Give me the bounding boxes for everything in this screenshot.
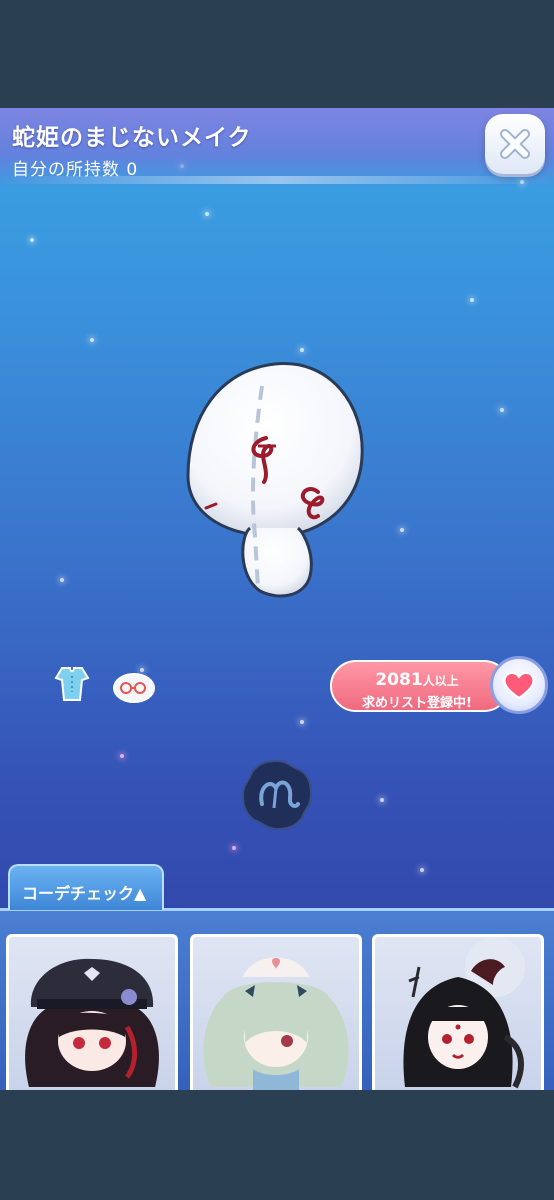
item-title: 蛇姫のまじないメイク [12, 125, 252, 151]
wishlist-heart-button[interactable] [490, 656, 548, 714]
avatar-black-hair-demon-icon [403, 937, 525, 1089]
wishlist-count-unit: 人以上 [422, 674, 459, 688]
wishlist-status: 求めリスト登録中! [362, 696, 472, 711]
heart-icon [503, 672, 535, 700]
avatar-green-twintail-nurse-icon [203, 957, 349, 1090]
glasses-hat-icon[interactable] [112, 664, 156, 708]
bottom-system-bar [0, 1090, 554, 1200]
face-makeup-item-icon [186, 362, 364, 598]
wishlist-widget: 2081人以上 求めリスト登録中! [330, 656, 548, 716]
close-icon [500, 129, 530, 159]
wishlist-count: 2081 [375, 670, 423, 690]
top-system-bar [0, 0, 554, 108]
coordinate-check-tab[interactable]: コーデチェック▲ [8, 864, 164, 910]
coordinate-card-3[interactable] [372, 934, 544, 1090]
baby-romper-icon[interactable] [50, 662, 94, 706]
close-button[interactable] [485, 114, 545, 174]
coordinate-card-1[interactable] [6, 934, 178, 1090]
wishlist-status-pill: 2081人以上 求めリスト登録中! [330, 660, 510, 712]
avatar-dark-captain-icon [25, 958, 159, 1087]
owned-count: 自分の所持数 0 [12, 160, 139, 180]
coordinate-badge-icon[interactable] [240, 758, 314, 832]
coordinate-card-2[interactable] [190, 934, 362, 1090]
